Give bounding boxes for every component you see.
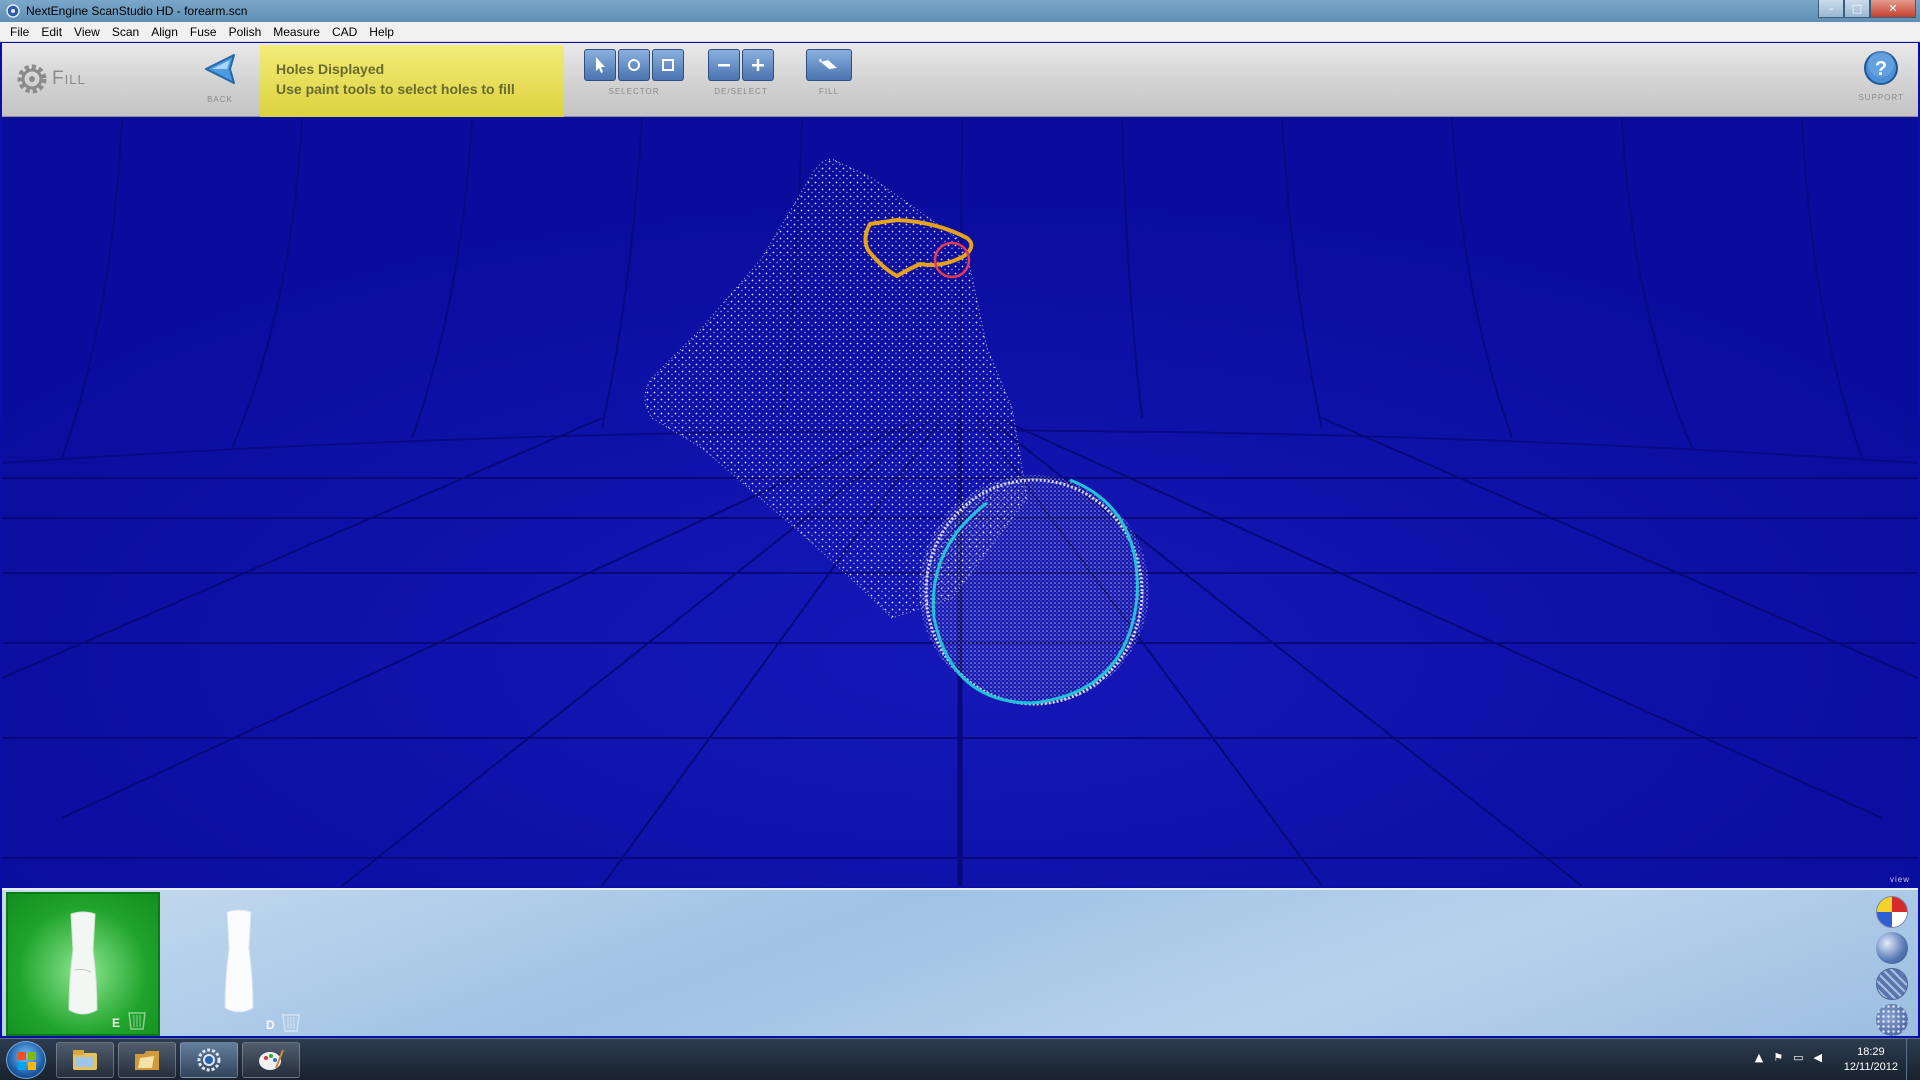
model-thumbnail[interactable]: D [162,892,316,1036]
circle-brush-button[interactable] [618,49,650,81]
menu-align[interactable]: Align [145,25,184,39]
support-button[interactable]: ? Support [1858,49,1904,102]
notification-area: ▲ ⚑ ▭ ◀ [1755,1051,1822,1064]
toolbar: Fill Back Holes Displayed Use paint tool… [2,43,1918,117]
action-center-icon[interactable]: ⚑ [1773,1051,1783,1064]
windows-logo-icon [18,1052,36,1070]
close-button[interactable]: ✕ [1870,0,1916,18]
trash-icon[interactable] [280,1010,302,1032]
deselect-button[interactable] [708,49,740,81]
menu-measure[interactable]: Measure [267,25,326,39]
status-text: Use paint tools to select holes to fill [276,81,515,97]
fill-tool-button[interactable] [806,49,852,81]
scanstudio-icon [197,1048,221,1072]
start-button[interactable] [6,1041,46,1079]
menu-cad[interactable]: CAD [326,25,363,39]
window-title: NextEngine ScanStudio HD - forearm.scn [26,4,248,18]
svg-text:?: ? [1875,58,1887,80]
model-tray: E D [2,888,1918,1036]
rectangle-icon [662,59,674,71]
taskbar-paint[interactable] [242,1042,300,1078]
scene-canvas[interactable] [2,118,1918,886]
clock-date: 12/11/2012 [1843,1061,1898,1073]
menu-scan[interactable]: Scan [106,25,145,39]
model-preview [224,909,254,1013]
model-preview [68,911,98,1015]
clock[interactable]: 18:29 12/11/2012 [1844,1045,1898,1075]
menu-polish[interactable]: Polish [223,25,268,39]
help-icon: ? [1864,51,1899,85]
paint-icon [259,1049,284,1070]
menu-bar: File Edit View Scan Align Fuse Polish Me… [0,22,1920,42]
points-sphere-icon[interactable] [1876,1004,1908,1036]
arrow-select-button[interactable] [584,49,616,81]
plus-icon [752,59,764,71]
file-explorer-icon [73,1050,97,1070]
minimize-button[interactable]: – [1818,0,1844,18]
status-message: Holes Displayed Use paint tools to selec… [260,45,564,117]
menu-file[interactable]: File [4,25,35,39]
deselect-group: De/Select [708,49,774,96]
title-bar: NextEngine ScanStudio HD - forearm.scn –… [0,0,1920,22]
show-desktop-button[interactable] [1906,1039,1920,1080]
solid-sphere-icon[interactable] [1876,932,1908,964]
back-button[interactable]: Back [200,49,240,104]
network-icon[interactable]: ▭ [1793,1051,1803,1064]
model-badge: D [266,1018,275,1032]
fill-label: Fill [818,87,839,96]
circle-icon [628,59,640,71]
model-thumbnail-selected[interactable]: E [6,892,160,1036]
rectangle-select-button[interactable] [652,49,684,81]
mode-title: Fill [52,68,86,89]
clock-time: 18:29 [1857,1046,1885,1058]
minus-icon [718,64,730,67]
status-title: Holes Displayed [276,61,385,77]
back-arrow-icon [205,54,235,84]
app-icon [6,4,20,18]
model-badge: E [112,1016,121,1030]
taskbar-folder[interactable] [118,1042,176,1078]
cursor-arrow-icon [596,57,605,73]
maximize-button[interactable]: □ [1844,0,1870,18]
menu-edit[interactable]: Edit [35,25,68,39]
taskbar-scanstudio[interactable] [180,1042,238,1078]
support-label: Support [1858,93,1904,102]
3d-viewport[interactable]: view [2,118,1918,886]
fill-button[interactable]: Fill [806,49,852,96]
wireframe-sphere-icon[interactable] [1876,968,1908,1000]
selector-group: Selector [584,49,684,96]
gear-icon [17,64,47,94]
taskbar-explorer[interactable] [56,1042,114,1078]
trash-icon[interactable] [126,1008,148,1030]
show-hidden-icon[interactable]: ▲ [1755,1051,1763,1064]
view-label: view [1889,875,1910,884]
taskbar: ▲ ⚑ ▭ ◀ 18:29 12/11/2012 [0,1038,1920,1080]
menu-help[interactable]: Help [363,25,400,39]
select-button[interactable] [742,49,774,81]
volume-muted-icon[interactable]: ◀ [1814,1051,1822,1064]
menu-view[interactable]: View [68,25,106,39]
trowel-icon [819,58,837,69]
selector-label: Selector [608,87,660,96]
color-sphere-icon[interactable] [1876,896,1908,928]
mode-indicator: Fill [16,63,86,95]
menu-fuse[interactable]: Fuse [184,25,223,39]
folder-icon [135,1051,159,1070]
deselect-label: De/Select [714,87,768,96]
back-label: Back [207,95,233,104]
